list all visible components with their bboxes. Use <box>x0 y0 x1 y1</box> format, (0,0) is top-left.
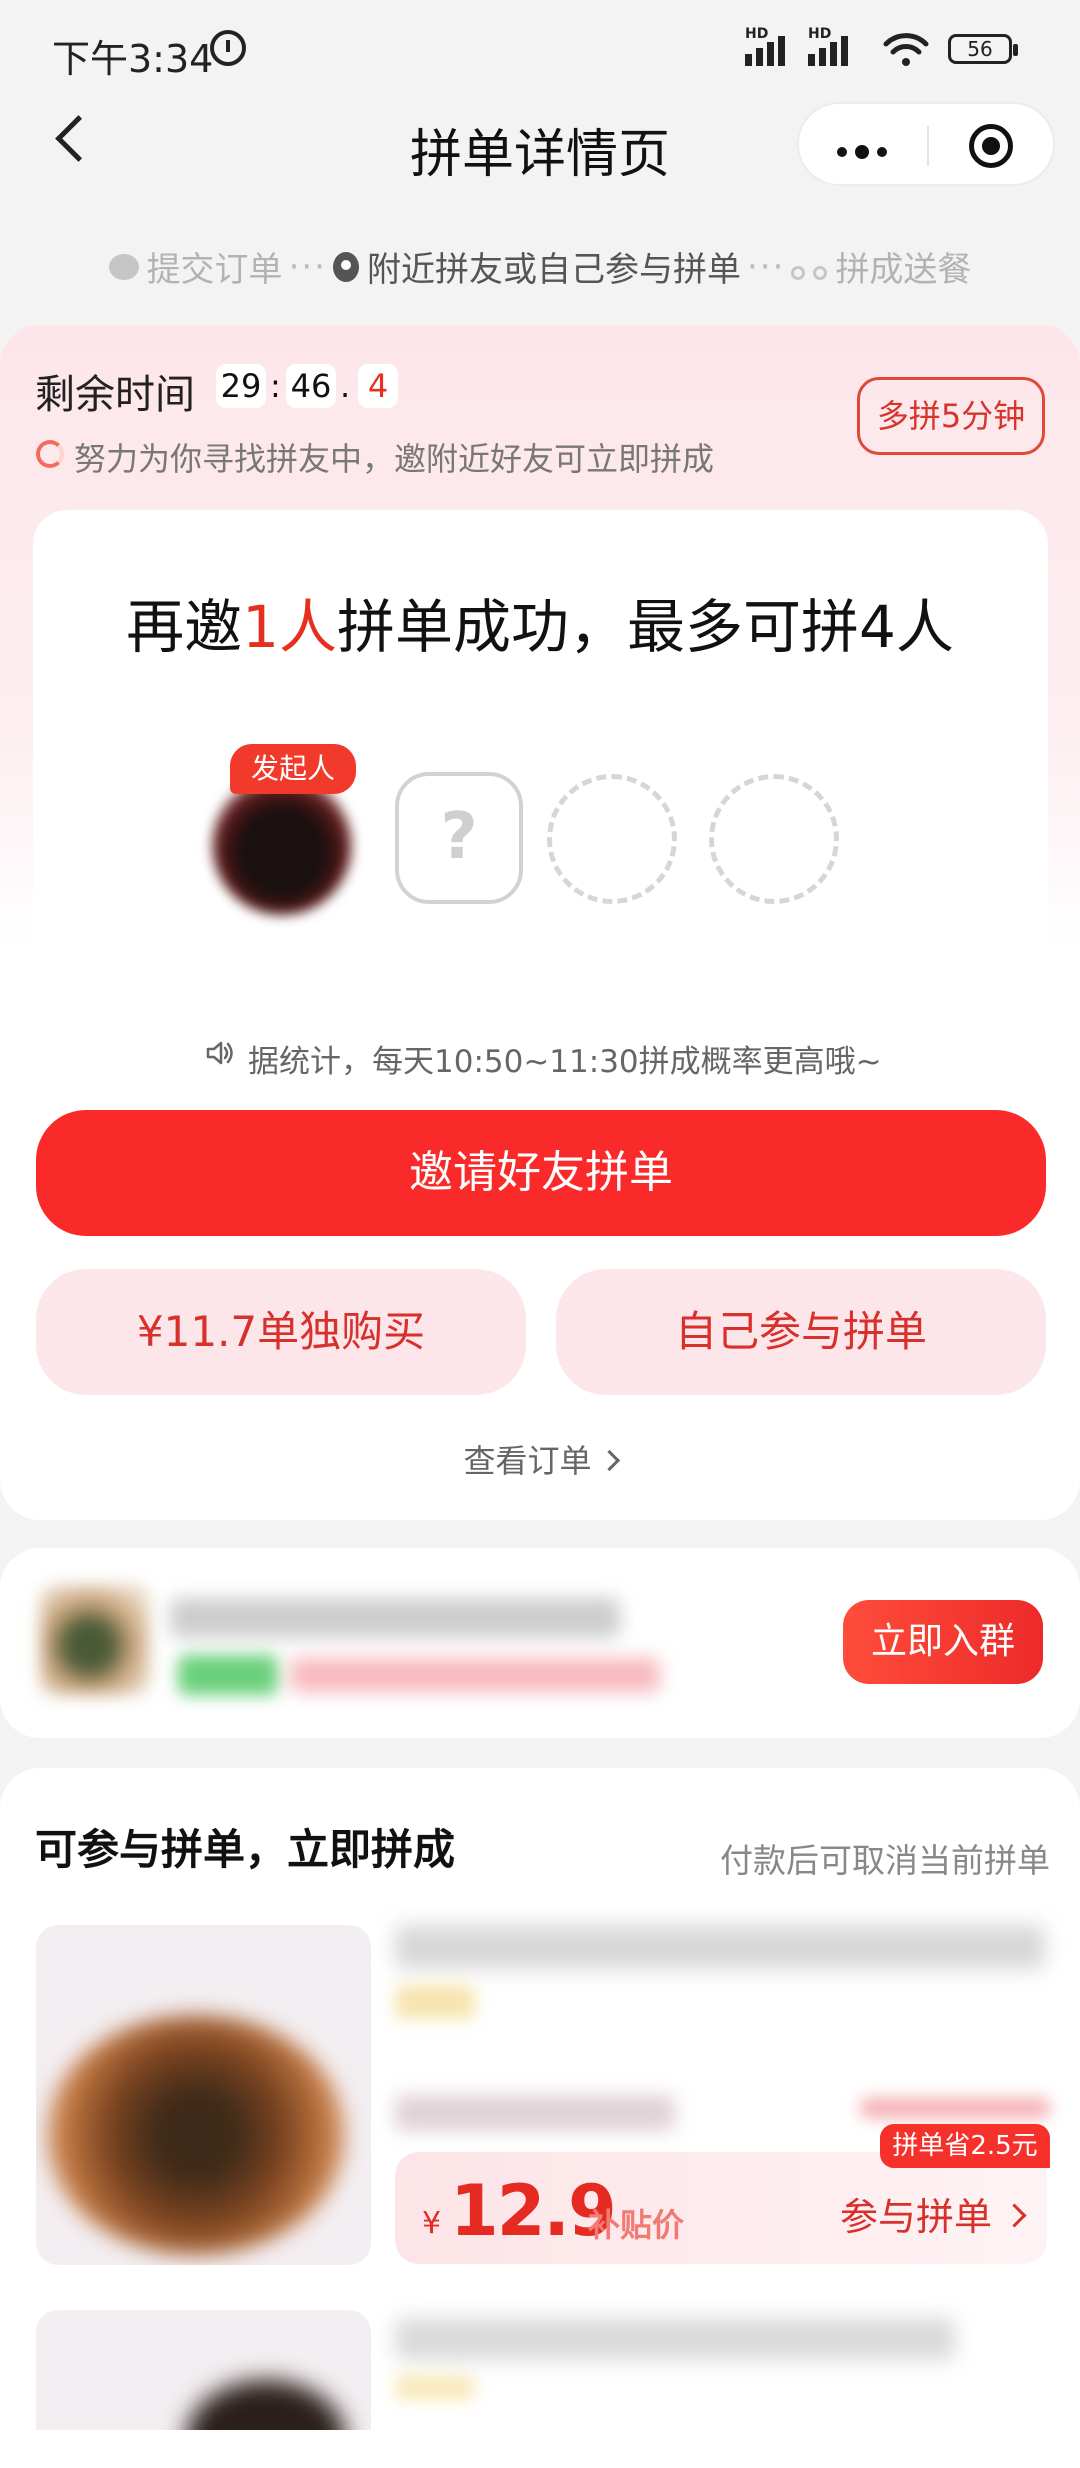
empty-participant-slot <box>709 774 839 904</box>
invite-headline: 再邀1人拼单成功，最多可拼4人 <box>0 580 1080 664</box>
remaining-time-label: 剩余时间 <box>35 372 195 418</box>
headline-prefix: 再邀 <box>126 593 243 661</box>
empty-participant-slot <box>547 774 677 904</box>
mini-program-capsule <box>797 102 1055 186</box>
price-tag: 补贴价 <box>588 2206 685 2244</box>
step-label: 拼成送餐 <box>835 250 972 290</box>
join-self-button[interactable]: 自己参与拼单 <box>556 1269 1046 1395</box>
save-badge: 拼单省2.5元 <box>880 2124 1050 2168</box>
step-separator: ··· <box>288 246 327 287</box>
step-join-group: 附近拼友或自己参与拼单 <box>333 242 741 291</box>
step-submit-order: 提交订单 <box>108 242 283 291</box>
chat-icon <box>108 253 139 280</box>
step-delivery: 拼成送餐 <box>791 242 971 291</box>
timer-seconds: 46 <box>286 364 336 408</box>
battery-indicator: 56 <box>948 34 1018 64</box>
wifi-icon <box>883 33 929 66</box>
step-separator: ··· <box>747 246 786 287</box>
loading-icon <box>36 440 64 468</box>
close-target-icon[interactable] <box>969 124 1013 168</box>
invite-friends-button[interactable]: 邀请好友拼单 <box>36 1110 1046 1236</box>
stats-tip: 据统计，每天10:50~11:30拼成概率更高哦~ <box>248 1044 882 1080</box>
food-title-blurred <box>395 2318 955 2360</box>
alarm-icon <box>210 30 246 66</box>
timer-colon: : <box>270 367 281 405</box>
food-image[interactable] <box>36 2310 371 2430</box>
food-meta-blurred <box>395 2095 675 2131</box>
chevron-right-icon <box>598 1449 620 1471</box>
food-tag-blurred <box>395 2375 475 2400</box>
status-time: 下午3:34 <box>52 37 214 81</box>
unknown-participant-slot[interactable]: ? <box>395 772 523 904</box>
join-group-button[interactable]: 立即入群 <box>843 1600 1043 1684</box>
more-icon[interactable] <box>837 142 895 161</box>
group-title-blurred <box>170 1598 620 1638</box>
food-title-blurred <box>395 1925 1045 1969</box>
signal-hd-label: HD <box>808 26 832 42</box>
chevron-right-icon <box>1002 2203 1027 2228</box>
progress-steps: 提交订单 ··· 附近拼友或自己参与拼单 ··· 拼成送餐 <box>0 242 1080 291</box>
food-extra-blurred <box>860 2098 1050 2118</box>
timer-minutes: 29 <box>216 364 266 408</box>
section-note: 付款后可取消当前拼单 <box>720 1841 1050 1880</box>
step-label: 提交订单 <box>146 250 283 290</box>
headline-count: 1人 <box>242 593 337 661</box>
host-avatar <box>212 775 352 915</box>
speaker-icon <box>206 1041 233 1065</box>
join-order-button[interactable]: 参与拼单 <box>840 2186 1027 2241</box>
view-order-label: 查看订单 <box>463 1442 592 1480</box>
view-order-link[interactable]: 查看订单 <box>0 1436 1080 1482</box>
signal-hd-label: HD <box>745 26 769 42</box>
extend-time-button[interactable]: 多拼5分钟 <box>857 377 1045 455</box>
scooter-icon <box>791 254 828 280</box>
group-desc-blurred <box>290 1658 660 1692</box>
section-title: 可参与拼单，立即拼成 <box>35 1825 456 1874</box>
price-currency: ¥ <box>422 2206 442 2241</box>
headline-suffix: 拼单成功，最多可拼4人 <box>337 593 954 661</box>
signal-icon: HD <box>745 26 805 66</box>
timer-tenths: 4 <box>358 364 398 408</box>
host-badge: 发起人 <box>230 744 356 794</box>
location-pin-icon <box>333 251 359 282</box>
signal-icon: HD <box>808 26 868 66</box>
searching-text: 努力为你寻找拼友中，邀附近好友可立即拼成 <box>74 440 715 478</box>
buy-alone-button[interactable]: ¥11.7单独购买 <box>36 1269 526 1395</box>
join-order-label: 参与拼单 <box>840 2195 993 2239</box>
timer-dot: . <box>340 367 351 405</box>
food-tag-blurred <box>395 1985 475 2019</box>
group-tag-blurred <box>178 1655 278 1695</box>
group-thumbnail <box>40 1585 150 1695</box>
food-image[interactable] <box>36 1925 371 2265</box>
step-label: 附近拼友或自己参与拼单 <box>367 250 741 290</box>
capsule-divider <box>927 126 929 166</box>
